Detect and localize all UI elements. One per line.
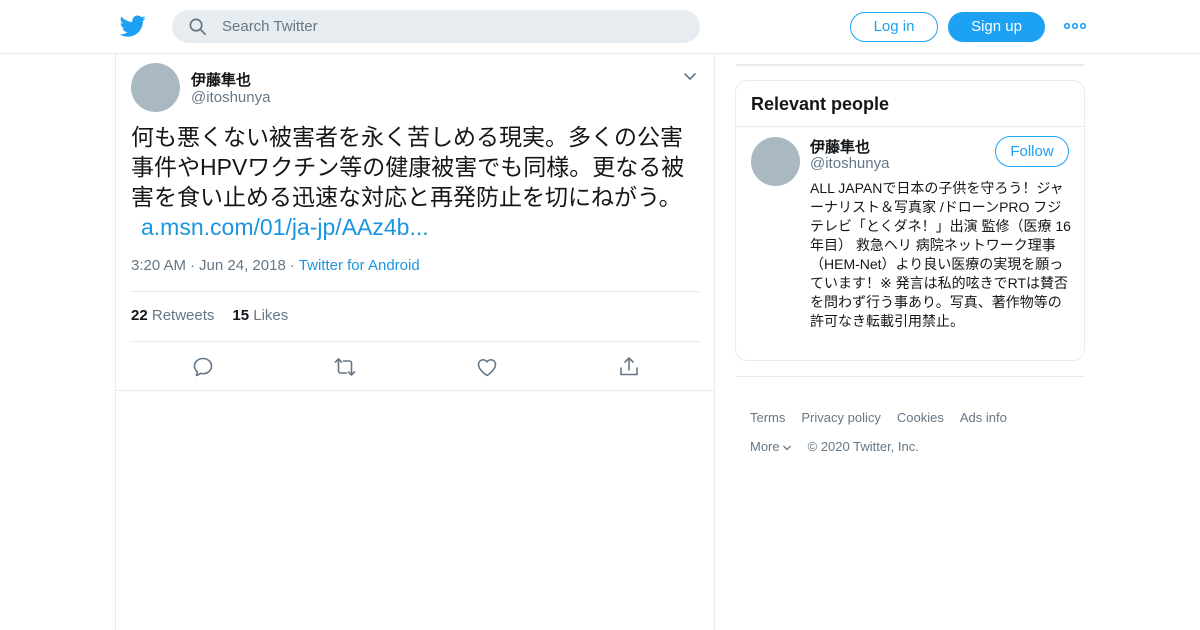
- tweet-source[interactable]: Twitter for Android: [299, 257, 420, 274]
- divider: [736, 376, 1084, 377]
- twitter-bird-icon[interactable]: [120, 13, 146, 39]
- tweet-meta: 3:20 AM · Jun 24, 2018 · Twitter for Android: [131, 257, 420, 274]
- footer-terms-link[interactable]: Terms: [750, 410, 785, 425]
- search-icon: [189, 18, 206, 35]
- login-button[interactable]: Log in: [850, 12, 938, 42]
- footer-more-label: More: [750, 439, 780, 454]
- follow-button[interactable]: Follow: [995, 136, 1069, 167]
- relevant-person-name[interactable]: 伊藤隼也: [810, 136, 870, 157]
- avatar[interactable]: [751, 137, 800, 186]
- retweets-stat[interactable]: 22 Retweets: [131, 307, 214, 324]
- tweet-author-handle[interactable]: @itoshunya: [191, 89, 270, 106]
- footer-copyright: © 2020 Twitter, Inc.: [807, 439, 919, 454]
- chevron-down-icon: [782, 445, 791, 451]
- top-bar: Log in Sign up: [0, 0, 1200, 54]
- tweet-time[interactable]: 3:20 AM: [131, 257, 186, 274]
- search-input[interactable]: [222, 10, 682, 43]
- tweet-link[interactable]: a.msn.com/01/ja-jp/AAz4b...: [141, 214, 429, 240]
- divider: [130, 291, 700, 292]
- divider: [130, 341, 700, 342]
- likes-label: Likes: [253, 307, 289, 324]
- footer-ads-info-link[interactable]: Ads info: [960, 410, 1007, 425]
- tweet-column: 伊藤隼也 @itoshunya 何も悪くない被害者を永く苦しめる現実。多くの公害…: [115, 54, 715, 630]
- reply-icon[interactable]: [191, 355, 215, 379]
- chevron-down-icon[interactable]: [682, 70, 698, 84]
- relevant-people-card: Relevant people 伊藤隼也 @itoshunya Follow A…: [735, 80, 1085, 361]
- avatar[interactable]: [131, 63, 180, 112]
- divider: [736, 64, 1084, 66]
- likes-count: 15: [232, 307, 250, 324]
- meta-separator: ·: [289, 257, 295, 274]
- tweet-text: 何も悪くない被害者を永く苦しめる現実。多くの公害事件やHPVワクチン等の健康被害…: [131, 122, 701, 242]
- tweet-date[interactable]: Jun 24, 2018: [199, 257, 286, 274]
- retweets-label: Retweets: [151, 307, 215, 324]
- relevant-person-handle[interactable]: @itoshunya: [810, 155, 889, 172]
- divider: [116, 390, 714, 391]
- footer: Terms Privacy policy Cookies Ads info Mo…: [750, 410, 1007, 454]
- likes-stat[interactable]: 15 Likes: [232, 307, 288, 324]
- more-dots-icon[interactable]: [1063, 19, 1087, 33]
- tweet-stats: 22 Retweets 15 Likes: [131, 307, 288, 324]
- meta-separator: ·: [190, 257, 196, 274]
- relevant-people-title: Relevant people: [751, 94, 890, 114]
- footer-more-menu[interactable]: More: [750, 439, 792, 454]
- signup-button[interactable]: Sign up: [948, 12, 1045, 42]
- retweets-count: 22: [131, 307, 148, 324]
- tweet-body: 何も悪くない被害者を永く苦しめる現実。多くの公害事件やHPVワクチン等の健康被害…: [131, 124, 685, 210]
- divider: [736, 126, 1084, 127]
- search-bar[interactable]: [172, 10, 700, 43]
- footer-cookies-link[interactable]: Cookies: [897, 410, 944, 425]
- footer-privacy-link[interactable]: Privacy policy: [801, 410, 880, 425]
- tweet-author-name[interactable]: 伊藤隼也: [191, 69, 251, 90]
- retweet-icon[interactable]: [333, 355, 357, 379]
- share-icon[interactable]: [617, 355, 641, 379]
- relevant-person-bio: ALL JAPANで日本の子供を守ろう！ジャーナリスト＆写真家 /ドローンPRO…: [810, 180, 1071, 329]
- like-icon[interactable]: [475, 355, 499, 379]
